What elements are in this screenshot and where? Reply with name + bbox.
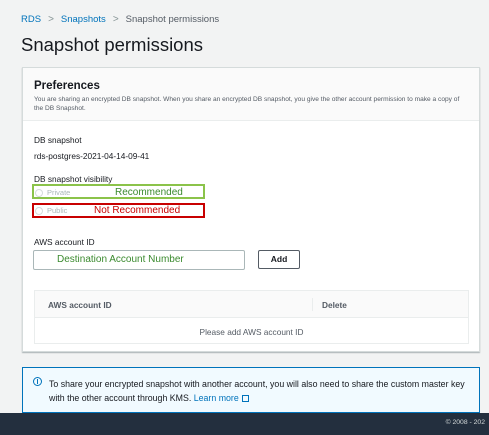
preferences-title: Preferences — [34, 80, 100, 92]
preferences-header: Preferences You are sharing an encrypted… — [23, 68, 479, 121]
info-icon — [33, 377, 42, 386]
table-empty-message: Please add AWS account ID — [199, 327, 304, 337]
db-snapshot-label: DB snapshot — [34, 135, 82, 145]
breadcrumb: RDS > Snapshots > Snapshot permissions — [21, 14, 219, 25]
info-text: To share your encrypted snapshot with an… — [49, 377, 474, 405]
breadcrumb-rds-link[interactable]: RDS — [21, 14, 41, 25]
account-table: AWS account ID Delete Please add AWS acc… — [34, 290, 469, 344]
column-divider — [312, 298, 313, 311]
column-header-delete: Delete — [322, 300, 347, 310]
footer-copyright: © 2008 - 202 — [445, 419, 485, 426]
breadcrumb-snapshots-link[interactable]: Snapshots — [61, 14, 106, 25]
preferences-description: You are sharing an encrypted DB snapshot… — [34, 96, 460, 112]
add-button[interactable]: Add — [258, 250, 300, 269]
info-message: To share your encrypted snapshot with an… — [49, 379, 465, 403]
preferences-panel: Preferences You are sharing an encrypted… — [22, 67, 480, 352]
visibility-label: DB snapshot visibility — [34, 174, 113, 184]
breadcrumb-separator-icon: > — [112, 14, 119, 25]
breadcrumb-separator-icon: > — [48, 14, 54, 25]
account-table-header: AWS account ID Delete — [35, 291, 468, 318]
footer: © 2008 - 202 — [0, 413, 489, 435]
info-alert: To share your encrypted snapshot with an… — [22, 367, 480, 413]
breadcrumb-current: Snapshot permissions — [125, 14, 220, 25]
external-link-icon — [241, 395, 249, 402]
column-header-account-id: AWS account ID — [48, 300, 112, 310]
account-id-input[interactable]: Destination Account Number — [33, 250, 245, 270]
recommended-annotation: Recommended — [115, 187, 183, 198]
not-recommended-annotation: Not Recommended — [94, 205, 181, 216]
db-snapshot-value: rds-postgres-2021-04-14-09-41 — [34, 151, 150, 161]
learn-more-link[interactable]: Learn more — [194, 393, 239, 403]
page-title: Snapshot permissions — [21, 34, 204, 55]
account-id-label: AWS account ID — [34, 237, 95, 247]
